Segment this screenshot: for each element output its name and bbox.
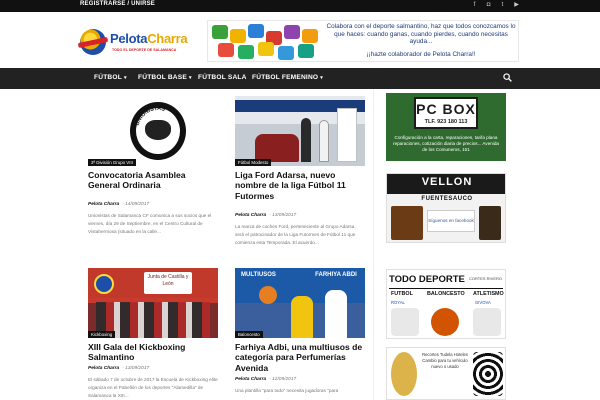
category-label[interactable]: 3ª División Grupo VIII [88, 159, 136, 166]
chevron-down-icon: ▾ [188, 75, 192, 81]
pcbox-name: PC BOX [416, 101, 476, 117]
article-title[interactable]: Convocatoria Asamblea General Ordinaria [88, 170, 218, 191]
banner-text-image: Junta de Castilla y León [144, 272, 192, 294]
article-meta: Pelota Charra - 13/09/2017 [88, 366, 149, 371]
article-excerpt: El sábado 7 de octubre de 2017 la Escuel… [88, 377, 218, 398]
sidebar-ad-todo-deporte[interactable]: TODO DEPORTE CORTES RIVERO FUTBOL BALONC… [386, 269, 506, 339]
article-title[interactable]: XIII Gala del Kickboxing Salmantino [88, 342, 218, 363]
article-title[interactable]: Liga Ford Adarsa, nuevo nombre de la lig… [235, 170, 365, 201]
article-date: - 12/09/2017 [269, 377, 297, 382]
chevron-down-icon: ▾ [320, 75, 323, 81]
sport-label: ATLETISMO [473, 291, 504, 297]
site-header: PelotaCharra TODO EL DEPORTE DE SALAMANC… [0, 12, 600, 68]
article-thumbnail[interactable]: Junta de Castilla y León Kickboxing [88, 268, 218, 338]
banner-footer-text: ¡¡hazte colaborador de Pelota Charra!! [366, 51, 476, 58]
article-author[interactable]: Pelota Charra [88, 366, 119, 371]
main-content: UNIONISTAS 3ª División Grupo VIII Convoc… [80, 89, 520, 400]
article-card: Fútbol Modesto Liga Ford Adarsa, nuevo n… [235, 96, 365, 256]
nav-item-futbol-sala[interactable]: FÚTBOL SALA [198, 74, 247, 81]
nav-item-futbol-femenino[interactable]: FÚTBOL FEMENINO ▾ [252, 74, 323, 81]
sport-label: BALONCESTO [427, 291, 465, 297]
article-meta: Pelota Charra - 14/09/2017 [88, 202, 149, 207]
article-thumbnail[interactable]: MULTIUSOS FARHIYA ABDI Baloncesto [235, 268, 365, 338]
badge-text: UNIONISTAS [135, 106, 166, 127]
top-bar: REGISTRARSE / UNIRSE f ◘ t ▶ [0, 0, 600, 12]
article-card: MULTIUSOS FARHIYA ABDI Baloncesto Farhiy… [235, 268, 365, 400]
sidebar-ad-vellon[interactable]: VELLON FUENTESAUCO Síguenos en facebook [386, 173, 506, 243]
vellon-name: VELLON [421, 176, 473, 188]
ad4-text: Recortes Tudela Hoteles Cambio para tu v… [422, 352, 468, 369]
site-logo[interactable]: PelotaCharra TODO EL DEPORTE DE SALAMANC… [80, 27, 200, 57]
article-excerpt: La marca de coches Ford, perteneciente a… [235, 224, 356, 245]
pcbox-text: Configuración a la carta, reparaciones, … [393, 135, 499, 152]
article-excerpt: Unionistas de Salamanca CF comunica a su… [88, 213, 212, 234]
column-divider [373, 89, 374, 400]
article-card: UNIONISTAS 3ª División Grupo VIII Convoc… [88, 96, 218, 242]
header-banner-ad[interactable]: Colabora con el deporte salmantino, haz … [207, 20, 519, 62]
sport-label: FUTBOL [391, 291, 413, 297]
twitter-icon[interactable]: t [499, 2, 506, 9]
brand-label: ROYAL [391, 300, 405, 305]
article-date: - 13/09/2017 [269, 213, 297, 218]
banner-text: Colabora con el deporte salmantino, haz … [326, 23, 516, 46]
article-meta: Pelota Charra - 12/09/2017 [235, 377, 296, 382]
nav-item-futbol-base[interactable]: FÚTBOL BASE ▾ [138, 74, 192, 81]
social-links: f ◘ t ▶ [471, 2, 520, 9]
category-label[interactable]: Fútbol Modesto [235, 159, 272, 166]
article-author[interactable]: Pelota Charra [235, 213, 266, 218]
thumb-caption: MULTIUSOS [241, 272, 276, 278]
sidebar-ad-recortes[interactable]: Recortes Tudela Hoteles Cambio para tu v… [386, 347, 506, 400]
article-title[interactable]: Farhiya Adbi, una multiusos de categoría… [235, 342, 365, 373]
article-meta: Pelota Charra - 13/09/2017 [235, 213, 296, 218]
vellon-follow: Síguenos en facebook [427, 210, 475, 232]
brand-label: GIVOVA [475, 300, 491, 305]
svg-text:UNIONISTAS: UNIONISTAS [135, 106, 166, 127]
article-excerpt: Una plantilla "para todo" necesita jugad… [235, 388, 339, 393]
article-author[interactable]: Pelota Charra [235, 377, 266, 382]
instagram-icon[interactable]: ◘ [485, 2, 492, 9]
todo-deporte-sub: CORTES RIVERO [468, 276, 502, 281]
article-date: - 13/09/2017 [122, 366, 150, 371]
category-label[interactable]: Kickboxing [88, 331, 116, 338]
chevron-down-icon: ▾ [123, 75, 127, 81]
article-card: Junta de Castilla y León Kickboxing XIII… [88, 268, 218, 400]
logo-tagline: TODO EL DEPORTE DE SALAMANCA [112, 48, 177, 52]
register-link[interactable]: REGISTRARSE / UNIRSE [80, 1, 155, 7]
logo-ball-icon [80, 29, 106, 55]
article-date: - 14/09/2017 [122, 202, 150, 207]
logo-text: PelotaCharra [110, 31, 188, 46]
main-nav: FÚTBOL ▾ FÚTBOL BASE ▾ FÚTBOL SALA FÚTBOL … [0, 68, 600, 89]
vellon-place: FUENTESAUCO [421, 196, 473, 202]
facebook-icon[interactable]: f [471, 2, 478, 9]
youtube-icon[interactable]: ▶ [513, 2, 520, 9]
category-label[interactable]: Baloncesto [235, 331, 263, 338]
article-thumbnail[interactable]: Fútbol Modesto [235, 96, 365, 166]
article-author[interactable]: Pelota Charra [88, 202, 119, 207]
search-icon[interactable] [503, 73, 512, 82]
nav-item-futbol[interactable]: FÚTBOL ▾ [94, 74, 127, 81]
todo-deporte-title: TODO DEPORTE [389, 274, 465, 285]
pcbox-phone: TLF. 923 180 113 [424, 119, 468, 125]
sidebar-ad-pcbox[interactable]: PC BOX TLF. 923 180 113 Configuración a … [386, 93, 506, 161]
article-thumbnail[interactable]: UNIONISTAS 3ª División Grupo VIII [88, 96, 218, 166]
thumb-caption: FARHIYA ABDI [315, 272, 357, 278]
puzzle-pieces-image [212, 23, 324, 61]
